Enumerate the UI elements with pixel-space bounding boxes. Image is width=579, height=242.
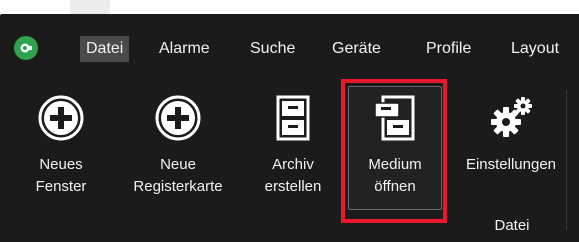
- menu-geraete[interactable]: Geräte: [326, 36, 387, 62]
- menu-layout[interactable]: Layout: [505, 36, 565, 62]
- plus-circle-icon: [38, 95, 84, 141]
- menu-alarme[interactable]: Alarme: [153, 36, 216, 62]
- menu-suche[interactable]: Suche: [244, 36, 301, 62]
- new-tab-button[interactable]: Neue Registerkarte: [112, 86, 244, 210]
- create-archive-label-line1: Archiv: [272, 156, 314, 173]
- new-window-button[interactable]: Neues Fenster: [14, 86, 108, 210]
- new-tab-label-line1: Neue: [160, 156, 196, 173]
- create-archive-button[interactable]: Archiv erstellen: [254, 86, 332, 210]
- new-window-label-line1: Neues: [39, 156, 83, 173]
- menu-datei[interactable]: Datei: [80, 36, 130, 62]
- settings-button[interactable]: Einstellungen: [450, 86, 572, 210]
- ribbon-group-label: Datei: [494, 217, 530, 234]
- create-archive-label-line2: erstellen: [264, 178, 322, 195]
- new-tab-label-line2: Registerkarte: [133, 178, 223, 195]
- settings-label: Einstellungen: [465, 156, 557, 173]
- file-cabinet-icon: [276, 95, 310, 141]
- gears-icon: [491, 97, 532, 137]
- menu-profile[interactable]: Profile: [420, 36, 477, 62]
- new-window-label-line2: Fenster: [35, 178, 87, 195]
- highlight-frame: [341, 79, 447, 223]
- group-separator: [566, 90, 567, 230]
- app-logo-icon[interactable]: [14, 36, 38, 60]
- plus-circle-icon: [155, 95, 201, 141]
